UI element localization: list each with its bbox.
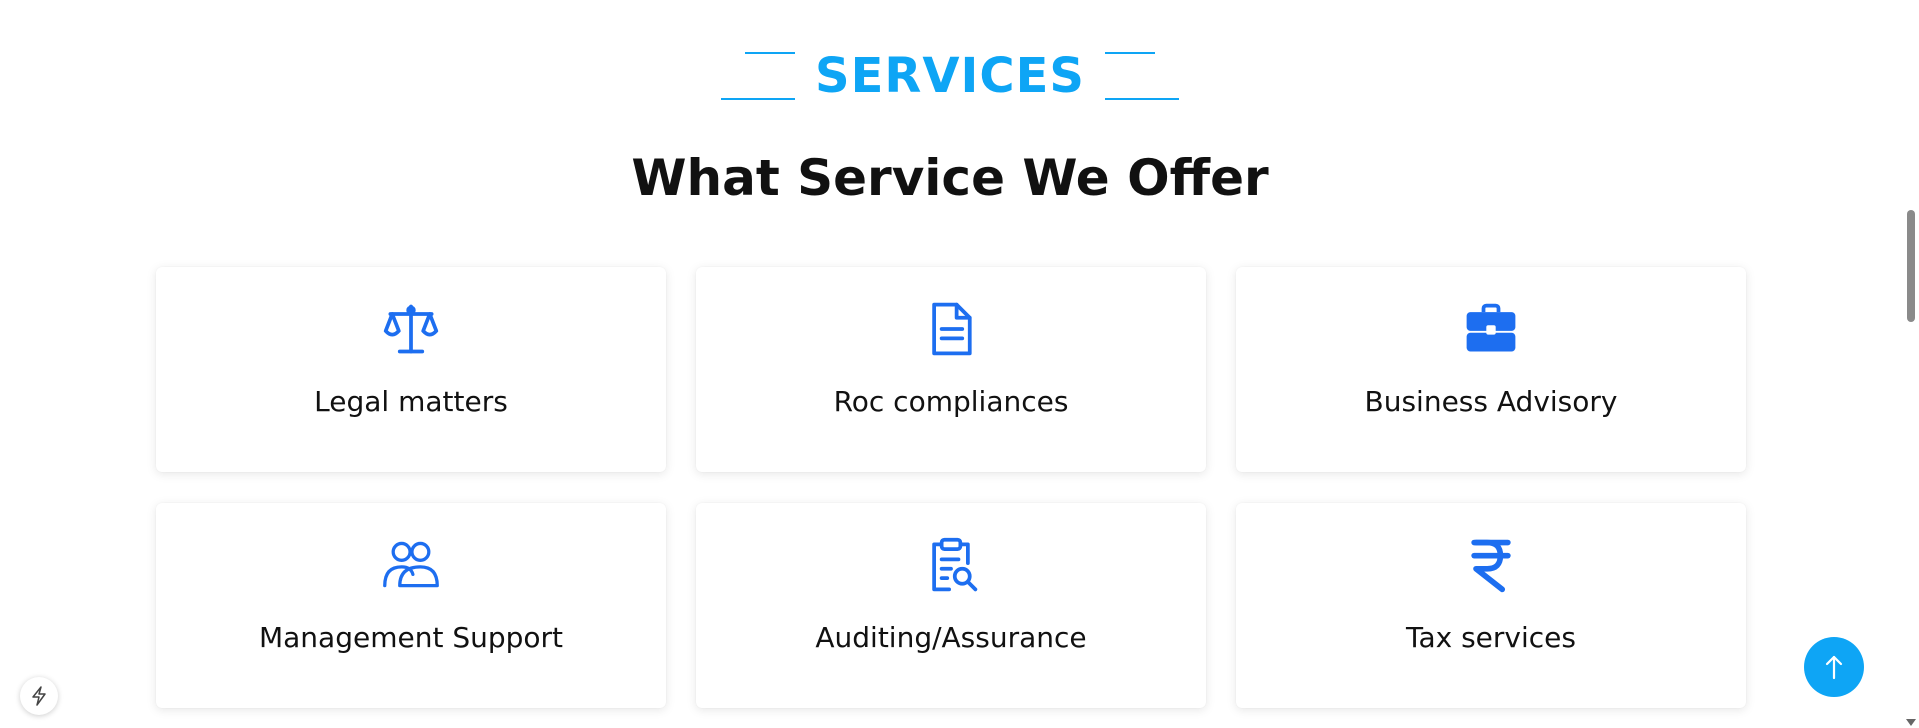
- service-title: Legal matters: [314, 385, 508, 418]
- service-title: Management Support: [258, 621, 564, 654]
- service-card-auditing-assurance[interactable]: Auditing/Assurance: [696, 503, 1206, 708]
- scroll-down-arrow-icon[interactable]: [1906, 719, 1916, 726]
- briefcase-icon: [1459, 297, 1523, 361]
- service-card-legal-matters[interactable]: Legal matters: [156, 267, 666, 472]
- eyebrow-decoration-right: [1104, 48, 1179, 104]
- service-card-management-support[interactable]: Management Support: [156, 503, 666, 708]
- service-card-business-advisory[interactable]: Business Advisory: [1236, 267, 1746, 472]
- users-icon: [379, 533, 443, 597]
- service-title: Auditing/Assurance: [815, 621, 1087, 654]
- eyebrow-text: SERVICES: [815, 48, 1085, 104]
- service-title: Roc compliances: [833, 385, 1069, 418]
- scrollbar-thumb[interactable]: [1907, 210, 1915, 322]
- services-grid: Legal matters Roc compliances Business A…: [156, 267, 1746, 708]
- section-eyebrow: SERVICES: [0, 48, 1900, 104]
- section-heading: What Service We Offer: [631, 149, 1269, 207]
- service-title: Business Advisory: [1364, 385, 1618, 418]
- scroll-to-top-button[interactable]: [1804, 637, 1864, 697]
- quick-action-widget[interactable]: [20, 677, 58, 715]
- arrow-up-icon: [1825, 655, 1843, 680]
- clipboard-search-icon: [919, 533, 983, 597]
- service-card-roc-compliances[interactable]: Roc compliances: [696, 267, 1206, 472]
- service-title: Tax services: [1406, 621, 1576, 654]
- document-icon: [919, 297, 983, 361]
- eyebrow-decoration-left: [721, 48, 796, 104]
- lightning-icon: [32, 686, 46, 706]
- scales-icon: [379, 297, 443, 361]
- service-card-tax-services[interactable]: Tax services: [1236, 503, 1746, 708]
- rupee-icon: [1459, 533, 1523, 597]
- vertical-scrollbar[interactable]: [1902, 0, 1919, 728]
